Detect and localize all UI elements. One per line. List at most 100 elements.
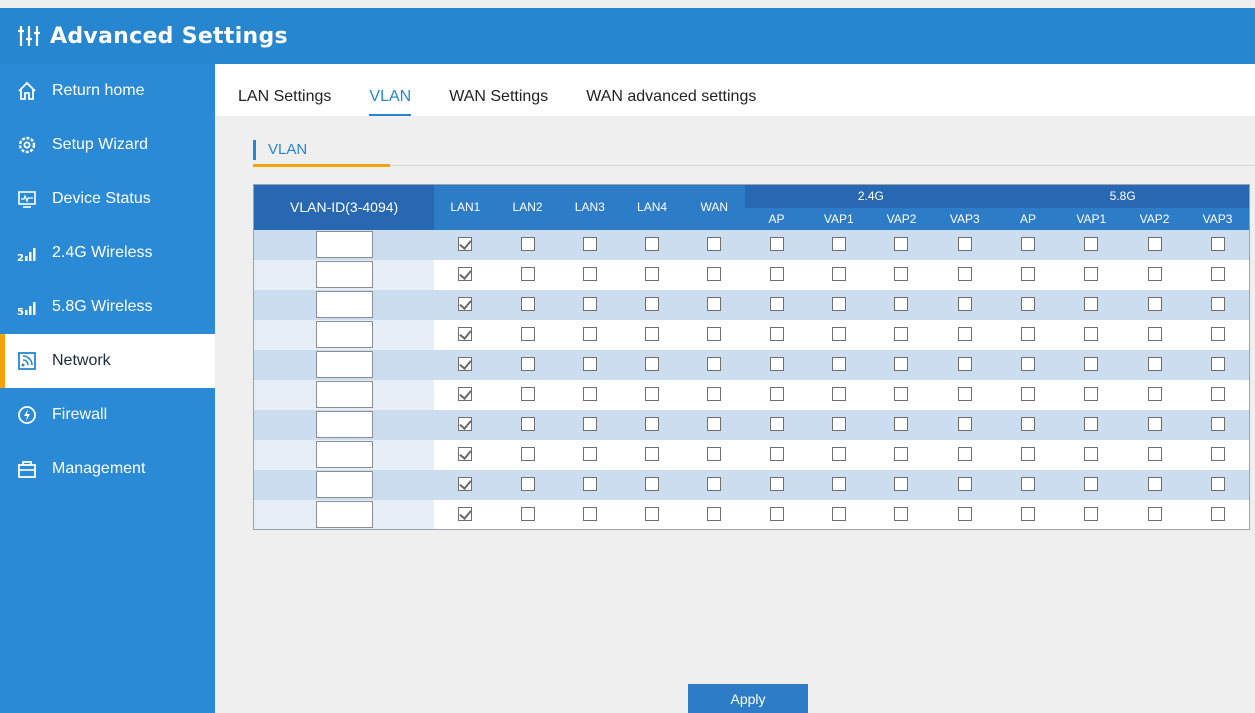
sidebar-item-24g-wireless[interactable]: 2 2.4G Wireless bbox=[0, 226, 215, 280]
checkbox-lan3[interactable] bbox=[582, 357, 597, 372]
checkbox-24g-ap[interactable] bbox=[769, 477, 784, 492]
checkbox-24g-ap[interactable] bbox=[769, 387, 784, 402]
checkbox-lan3[interactable] bbox=[582, 507, 597, 522]
vlan-id-input[interactable] bbox=[315, 381, 373, 408]
checkbox-wan[interactable] bbox=[707, 357, 722, 372]
checkbox-24g-vap1[interactable] bbox=[831, 387, 846, 402]
checkbox-lan3[interactable] bbox=[582, 447, 597, 462]
checkbox-24g-vap3[interactable] bbox=[957, 297, 972, 312]
checkbox-lan1[interactable] bbox=[458, 507, 473, 522]
checkbox-58g-vap3[interactable] bbox=[1210, 387, 1225, 402]
checkbox-58g-vap3[interactable] bbox=[1210, 237, 1225, 252]
checkbox-wan[interactable] bbox=[707, 237, 722, 252]
checkbox-24g-vap3[interactable] bbox=[957, 507, 972, 522]
checkbox-24g-vap2[interactable] bbox=[894, 447, 909, 462]
checkbox-58g-vap1[interactable] bbox=[1084, 387, 1099, 402]
checkbox-24g-vap2[interactable] bbox=[894, 297, 909, 312]
checkbox-24g-vap1[interactable] bbox=[831, 417, 846, 432]
checkbox-24g-vap3[interactable] bbox=[957, 387, 972, 402]
checkbox-24g-vap1[interactable] bbox=[831, 447, 846, 462]
checkbox-lan1[interactable] bbox=[458, 297, 473, 312]
checkbox-lan2[interactable] bbox=[520, 447, 535, 462]
sidebar-item-management[interactable]: Management bbox=[0, 442, 215, 496]
checkbox-24g-vap1[interactable] bbox=[831, 477, 846, 492]
checkbox-lan3[interactable] bbox=[582, 477, 597, 492]
vlan-id-input[interactable] bbox=[315, 261, 373, 288]
checkbox-lan1[interactable] bbox=[458, 387, 473, 402]
checkbox-lan2[interactable] bbox=[520, 297, 535, 312]
checkbox-24g-ap[interactable] bbox=[769, 327, 784, 342]
checkbox-lan4[interactable] bbox=[645, 417, 660, 432]
checkbox-58g-vap2[interactable] bbox=[1147, 237, 1162, 252]
checkbox-58g-vap3[interactable] bbox=[1210, 267, 1225, 282]
checkbox-58g-vap2[interactable] bbox=[1147, 267, 1162, 282]
checkbox-58g-ap[interactable] bbox=[1021, 387, 1035, 402]
checkbox-lan1[interactable] bbox=[458, 477, 473, 492]
checkbox-lan3[interactable] bbox=[582, 327, 597, 342]
checkbox-58g-vap1[interactable] bbox=[1084, 267, 1099, 282]
checkbox-lan2[interactable] bbox=[520, 237, 535, 252]
checkbox-58g-vap1[interactable] bbox=[1084, 417, 1099, 432]
checkbox-lan3[interactable] bbox=[582, 237, 597, 252]
checkbox-lan1[interactable] bbox=[458, 237, 473, 252]
checkbox-24g-vap3[interactable] bbox=[957, 327, 972, 342]
vlan-id-input[interactable] bbox=[315, 500, 373, 528]
checkbox-lan1[interactable] bbox=[458, 327, 473, 342]
checkbox-58g-vap2[interactable] bbox=[1147, 327, 1162, 342]
checkbox-58g-vap3[interactable] bbox=[1210, 357, 1225, 372]
vlan-id-input[interactable] bbox=[315, 441, 373, 468]
checkbox-lan2[interactable] bbox=[520, 267, 535, 282]
checkbox-58g-ap[interactable] bbox=[1021, 357, 1035, 372]
checkbox-24g-vap2[interactable] bbox=[894, 477, 909, 492]
vlan-id-input[interactable] bbox=[315, 351, 373, 378]
sidebar-item-setup-wizard[interactable]: Setup Wizard bbox=[0, 118, 215, 172]
checkbox-58g-ap[interactable] bbox=[1021, 417, 1035, 432]
checkbox-24g-ap[interactable] bbox=[769, 507, 784, 522]
checkbox-lan2[interactable] bbox=[520, 387, 535, 402]
checkbox-lan4[interactable] bbox=[645, 237, 660, 252]
tab-wan-advanced-settings[interactable]: WAN advanced settings bbox=[586, 88, 756, 116]
checkbox-lan3[interactable] bbox=[582, 297, 597, 312]
checkbox-lan2[interactable] bbox=[520, 477, 535, 492]
checkbox-24g-vap3[interactable] bbox=[957, 357, 972, 372]
vlan-id-input[interactable] bbox=[315, 291, 373, 318]
checkbox-24g-vap3[interactable] bbox=[957, 477, 972, 492]
checkbox-24g-vap3[interactable] bbox=[957, 417, 972, 432]
sidebar-item-network[interactable]: Network bbox=[0, 334, 215, 388]
checkbox-24g-vap1[interactable] bbox=[831, 507, 846, 522]
checkbox-24g-vap1[interactable] bbox=[831, 237, 846, 252]
checkbox-24g-ap[interactable] bbox=[769, 447, 784, 462]
checkbox-58g-vap1[interactable] bbox=[1084, 447, 1099, 462]
checkbox-58g-vap3[interactable] bbox=[1210, 447, 1225, 462]
checkbox-lan4[interactable] bbox=[645, 477, 660, 492]
checkbox-24g-vap3[interactable] bbox=[957, 447, 972, 462]
checkbox-58g-ap[interactable] bbox=[1021, 507, 1035, 522]
vlan-id-input[interactable] bbox=[315, 411, 373, 438]
checkbox-58g-vap3[interactable] bbox=[1210, 507, 1225, 522]
checkbox-lan3[interactable] bbox=[582, 387, 597, 402]
checkbox-58g-vap1[interactable] bbox=[1084, 357, 1099, 372]
checkbox-58g-ap[interactable] bbox=[1021, 267, 1035, 282]
checkbox-lan4[interactable] bbox=[645, 507, 660, 522]
checkbox-24g-ap[interactable] bbox=[769, 237, 784, 252]
tab-vlan[interactable]: VLAN bbox=[369, 88, 411, 116]
checkbox-58g-vap2[interactable] bbox=[1147, 297, 1162, 312]
checkbox-lan3[interactable] bbox=[582, 267, 597, 282]
checkbox-58g-vap2[interactable] bbox=[1147, 477, 1162, 492]
checkbox-58g-vap2[interactable] bbox=[1147, 507, 1162, 522]
checkbox-lan4[interactable] bbox=[645, 267, 660, 282]
checkbox-58g-vap3[interactable] bbox=[1210, 417, 1225, 432]
checkbox-24g-ap[interactable] bbox=[769, 297, 784, 312]
checkbox-58g-ap[interactable] bbox=[1021, 447, 1035, 462]
checkbox-wan[interactable] bbox=[707, 417, 722, 432]
checkbox-lan3[interactable] bbox=[582, 417, 597, 432]
checkbox-wan[interactable] bbox=[707, 327, 722, 342]
checkbox-lan2[interactable] bbox=[520, 417, 535, 432]
tab-lan-settings[interactable]: LAN Settings bbox=[238, 88, 331, 116]
vlan-id-input[interactable] bbox=[315, 471, 373, 498]
checkbox-58g-vap2[interactable] bbox=[1147, 447, 1162, 462]
checkbox-lan1[interactable] bbox=[458, 267, 473, 282]
checkbox-lan4[interactable] bbox=[645, 357, 660, 372]
sidebar-item-return-home[interactable]: Return home bbox=[0, 64, 215, 118]
checkbox-58g-vap3[interactable] bbox=[1210, 297, 1225, 312]
